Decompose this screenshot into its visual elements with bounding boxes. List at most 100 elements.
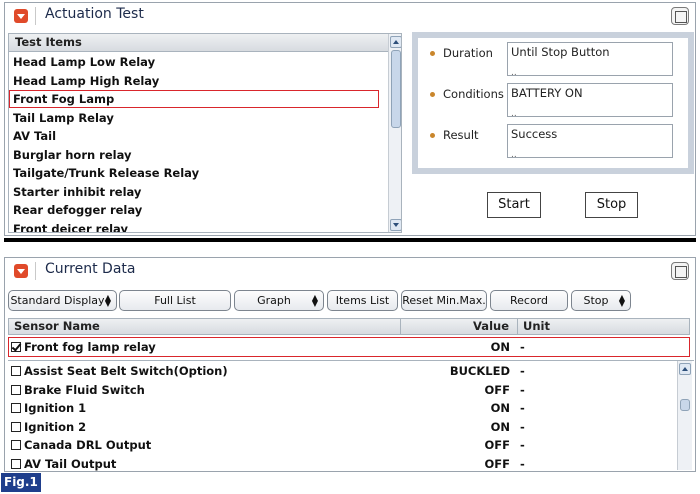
pinned-sensor-row[interactable]: Front fog lamp relay ON - <box>8 338 678 356</box>
sensor-row[interactable]: Ignition 2 ON - <box>8 418 678 436</box>
test-items-scrollbar[interactable] <box>388 34 401 232</box>
sensor-name-column: Sensor Name <box>14 319 100 333</box>
scroll-up-icon[interactable] <box>679 363 691 375</box>
test-item[interactable]: Rear defogger relay <box>9 201 387 219</box>
sensor-checkbox[interactable] <box>11 440 21 450</box>
test-items-header: Test Items <box>9 34 389 52</box>
info-field-label: Result <box>430 128 479 142</box>
sensor-list-scrollbar[interactable] <box>677 361 692 470</box>
info-field-value: Success <box>507 124 673 160</box>
sensor-name: AV Tail Output <box>24 456 117 471</box>
toolbar-button[interactable]: Items List <box>327 290 398 311</box>
sensor-checkbox[interactable] <box>11 366 21 376</box>
maximize-icon[interactable] <box>671 7 689 25</box>
sensor-value: ON <box>490 401 510 415</box>
info-field-label: Duration <box>430 46 493 60</box>
sensor-row[interactable]: Assist Seat Belt Switch(Option) BUCKLED - <box>8 362 678 380</box>
current-data-header: Current Data <box>5 258 695 284</box>
scroll-down-icon[interactable] <box>390 219 401 231</box>
sensor-checkbox[interactable] <box>11 458 21 469</box>
toolbar-button-label: Standard Display <box>10 294 105 307</box>
test-items-list[interactable]: Test Items Head Lamp Low Relay Head Lamp … <box>8 33 402 233</box>
scroll-thumb[interactable] <box>680 399 690 411</box>
sensor-unit: - <box>520 438 525 452</box>
bullet-icon <box>430 133 435 138</box>
info-field-value: BATTERY ON <box>507 83 673 119</box>
unit-column: Unit <box>523 319 550 333</box>
sensor-unit: - <box>520 401 525 415</box>
sensor-checkbox[interactable] <box>11 421 21 432</box>
sensor-name: Assist Seat Belt Switch(Option) <box>24 364 228 378</box>
test-item[interactable]: AV Tail <box>9 127 387 145</box>
actuation-test-title: Actuation Test <box>45 6 144 22</box>
sensor-value: ON <box>490 340 510 354</box>
sensor-unit: - <box>520 419 525 434</box>
sensor-name: Brake Fluid Switch <box>24 382 145 397</box>
toolbar-button[interactable]: Record <box>490 290 568 311</box>
field-label-text: Result <box>443 128 479 142</box>
maximize-icon[interactable] <box>671 262 689 280</box>
sensor-unit: - <box>520 364 525 378</box>
toolbar-button-label: Full List <box>154 294 196 307</box>
sensor-name: Ignition 1 <box>24 401 87 415</box>
info-field-value: Until Stop Button <box>507 42 673 78</box>
test-item[interactable]: Tail Lamp Relay <box>9 109 387 127</box>
figure-label: Fig.1 <box>1 473 41 492</box>
sensor-name: Canada DRL Output <box>24 438 152 452</box>
test-item[interactable]: Front Fog Lamp <box>9 90 379 108</box>
column-divider <box>400 319 401 334</box>
sensor-row[interactable]: Brake Fluid Switch OFF - <box>8 381 678 399</box>
test-item[interactable]: Burglar horn relay <box>9 146 387 164</box>
sensor-value: OFF <box>484 382 511 397</box>
sensor-unit: - <box>520 340 525 354</box>
test-item[interactable]: Head Lamp Low Relay <box>9 53 387 71</box>
scroll-up-icon[interactable] <box>390 36 401 48</box>
scroll-thumb[interactable] <box>391 50 401 128</box>
header-separator <box>35 262 36 280</box>
sensor-row[interactable]: Ignition 1 ON - <box>8 399 678 417</box>
test-item[interactable]: Tailgate/Trunk Release Relay <box>9 164 387 182</box>
toolbar-button-label: Items List <box>335 294 390 307</box>
sensor-unit: - <box>520 382 525 397</box>
bullet-icon <box>430 92 435 97</box>
actuation-test-header: Actuation Test <box>5 3 695 29</box>
test-item[interactable]: Head Lamp High Relay <box>9 72 387 90</box>
toolbar-button-label: Graph <box>257 294 291 307</box>
info-field-label: Conditions <box>430 87 504 101</box>
field-label-text: Duration <box>443 46 493 60</box>
toolbar-button[interactable]: Reset Min.Max. <box>401 290 487 311</box>
sensor-checkbox[interactable] <box>11 342 21 352</box>
sensor-row[interactable]: Canada DRL Output OFF - <box>8 436 678 454</box>
test-item[interactable]: Starter inhibit relay <box>9 183 387 201</box>
toolbar-button[interactable]: Stop ▲ ▼ <box>571 290 631 311</box>
header-separator <box>35 7 36 25</box>
test-item[interactable]: Front deicer relay <box>9 220 387 233</box>
sensor-value: OFF <box>484 438 511 452</box>
toolbar-button-label: Stop <box>583 294 609 307</box>
start-button[interactable]: Start <box>487 192 541 218</box>
test-info-frame: Duration Until Stop ButtonConditionsBATTE… <box>412 32 694 174</box>
updown-arrow-icon: ▲ ▼ <box>104 293 111 308</box>
sensor-name: Ignition 2 <box>24 419 87 434</box>
stop-button[interactable]: Stop <box>585 192 638 218</box>
bullet-icon <box>430 51 435 56</box>
collapse-icon[interactable] <box>14 9 28 23</box>
toolbar-button-label: Reset Min.Max. <box>402 294 486 307</box>
sensor-unit: - <box>520 456 525 471</box>
sensor-value: BUCKLED <box>449 364 510 378</box>
sensor-checkbox[interactable] <box>11 384 21 395</box>
updown-arrow-icon: ▲ ▼ <box>311 293 318 308</box>
sensor-name: Front fog lamp relay <box>24 340 156 354</box>
collapse-icon[interactable] <box>14 264 28 278</box>
toolbar-button[interactable]: Graph ▲ ▼ <box>234 290 324 311</box>
sensor-table-header: Sensor Name Value Unit <box>8 318 690 335</box>
sensor-checkbox[interactable] <box>11 403 21 413</box>
toolbar-button[interactable]: Full List <box>119 290 231 311</box>
sensor-row[interactable]: AV Tail Output OFF - <box>8 455 678 473</box>
section-divider <box>4 238 696 242</box>
current-data-title: Current Data <box>45 261 136 277</box>
toolbar-button[interactable]: Standard Display ▲ ▼ <box>8 290 117 311</box>
toolbar-button-label: Record <box>509 294 548 307</box>
field-label-text: Conditions <box>443 87 504 101</box>
sensor-value: OFF <box>484 456 511 471</box>
